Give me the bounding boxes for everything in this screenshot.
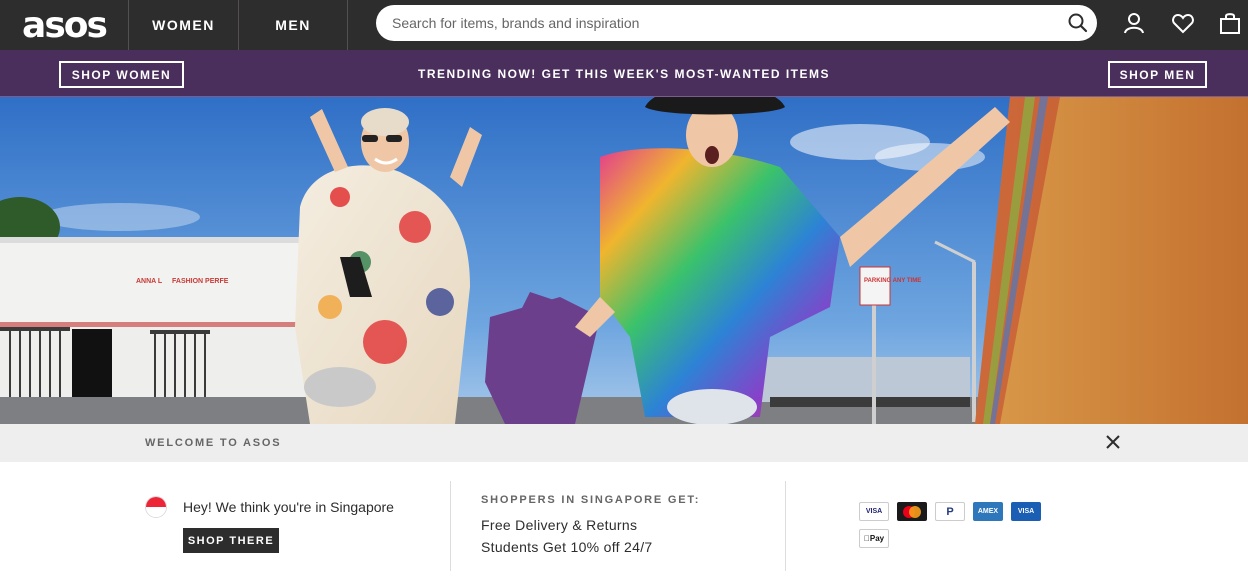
account-icon[interactable] xyxy=(1122,11,1146,35)
mastercard-icon xyxy=(897,502,927,521)
hero-image: ANNA L FASHION PERFE PARKING ANY TIME xyxy=(0,97,1248,424)
promo-bar: SHOP WOMEN TRENDING NOW! GET THIS WEEK'S… xyxy=(0,50,1248,97)
heart-icon[interactable] xyxy=(1171,11,1195,35)
hero-banner[interactable]: ANNA L FASHION PERFE PARKING ANY TIME xyxy=(0,97,1248,424)
column-divider xyxy=(450,481,451,571)
bag-icon[interactable] xyxy=(1218,11,1242,35)
amex-icon: AMEX xyxy=(973,502,1003,521)
shop-women-button[interactable]: SHOP WOMEN xyxy=(59,61,184,88)
welcome-title: WELCOME TO ASOS xyxy=(145,437,282,449)
storefront-sign-text-2: FASHION PERFE xyxy=(172,278,229,285)
column-divider xyxy=(785,481,786,571)
nav-men[interactable]: MEN xyxy=(239,0,347,50)
shoppers-title: SHOPPERS IN SINGAPORE GET: xyxy=(481,494,701,506)
asos-logo[interactable]: asos xyxy=(0,0,128,50)
visa-electron-icon: VISA xyxy=(1011,502,1041,521)
search-icon[interactable] xyxy=(1067,12,1089,34)
welcome-bar: WELCOME TO ASOS xyxy=(0,424,1248,462)
paypal-icon: P xyxy=(935,502,965,521)
parking-sign-text: PARKING ANY TIME xyxy=(864,278,921,284)
storefront-sign-text: ANNA L xyxy=(136,278,163,285)
search-box xyxy=(376,5,1097,41)
country-suggestion-text: Hey! We think you're in Singapore xyxy=(183,499,394,515)
search-input[interactable] xyxy=(392,5,1052,41)
nav-divider xyxy=(347,0,348,50)
visa-icon: VISA xyxy=(859,502,889,521)
shop-men-button[interactable]: SHOP MEN xyxy=(1108,61,1207,88)
apple-pay-icon: Pay xyxy=(859,529,889,548)
shop-there-button[interactable]: SHOP THERE xyxy=(183,528,279,553)
close-icon[interactable] xyxy=(1103,432,1123,452)
promo-text[interactable]: TRENDING NOW! GET THIS WEEK'S MOST-WANTE… xyxy=(300,50,948,97)
singapore-flag-icon xyxy=(145,496,167,518)
perk-student-discount: Students Get 10% off 24/7 xyxy=(481,539,653,555)
nav-women[interactable]: WOMEN xyxy=(129,0,238,50)
top-navigation-bar: asos WOMEN MEN xyxy=(0,0,1248,50)
perk-free-delivery: Free Delivery & Returns xyxy=(481,517,638,533)
